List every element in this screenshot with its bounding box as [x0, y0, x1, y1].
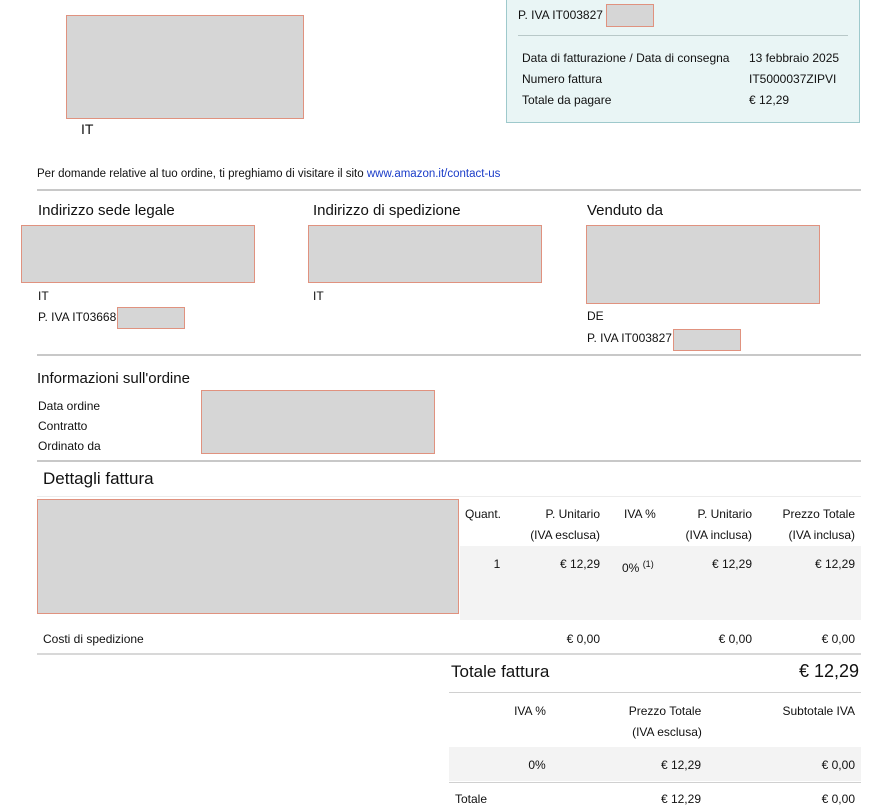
item-vat-value: 0%: [622, 561, 640, 575]
shipping-address-heading: Indirizzo di spedizione: [313, 202, 461, 219]
vat-col-rate-header: IVA %: [514, 704, 546, 718]
contact-line: Per domande relative al tuo ordine, ti p…: [37, 167, 500, 181]
divider-5: [449, 692, 861, 693]
info-value-date: 13 febbraio 2025: [749, 51, 840, 65]
vat-row-total-excl: € 12,29: [660, 758, 701, 772]
redacted-legal-address: [21, 225, 255, 283]
shipping-unit-incl: € 0,00: [718, 632, 752, 646]
redacted-order-info: [201, 390, 435, 454]
info-label-date: Data di fatturazione / Data di consegna: [522, 51, 730, 65]
col-total-incl-header-2: (IVA inclusa): [788, 528, 855, 542]
order-info-heading: Informazioni sull'ordine: [37, 370, 190, 387]
order-label-date: Data ordine: [38, 399, 101, 413]
info-label-invoice-number: Numero fattura: [522, 72, 603, 86]
order-label-ordered-by: Ordinato da: [38, 439, 101, 453]
invoice-heading: Dettagli fattura: [43, 469, 154, 488]
info-label-total-due: Totale da pagare: [522, 93, 612, 107]
col-total-incl-header-1: Prezzo Totale: [782, 507, 856, 521]
divider-4: [37, 653, 861, 655]
order-label-contract: Contratto: [38, 419, 88, 433]
redacted-seller-vat: [673, 329, 741, 351]
divider-3: [37, 460, 861, 462]
vat-total-subtotal: € 0,00: [821, 792, 855, 806]
col-unit-incl-header-1: P. Unitario: [697, 507, 752, 521]
contact-text: Per domande relative al tuo ordine, ti p…: [37, 168, 364, 180]
vat-col-total-excl-header-2: (IVA esclusa): [632, 725, 702, 739]
seller-country: DE: [587, 309, 604, 323]
redacted-vat-suffix: [606, 4, 654, 27]
invoice-total-label: Totale fattura: [451, 662, 550, 681]
redacted-shipping-address: [308, 225, 542, 283]
vat-total-label: Totale: [455, 792, 488, 806]
shipping-cost-label: Costi di spedizione: [43, 632, 144, 646]
legal-address-heading: Indirizzo sede legale: [38, 202, 175, 219]
shipping-total-incl: € 0,00: [821, 632, 855, 646]
shipping-country: IT: [313, 289, 324, 303]
vat-row-rate: 0%: [528, 758, 546, 772]
vat-total-excl: € 12,29: [660, 792, 701, 806]
legal-vat: P. IVA IT03668: [38, 310, 117, 324]
redacted-item-description: [37, 499, 459, 614]
divider-1: [37, 189, 861, 191]
item-total-incl: € 12,29: [814, 557, 855, 571]
col-qty-header: Quant.: [464, 507, 502, 521]
vat-row-subtotal: € 0,00: [821, 758, 855, 772]
shipping-unit-excl: € 0,00: [566, 632, 600, 646]
redacted-customer-address: [66, 15, 304, 119]
info-value-total-due: € 12,29: [749, 93, 790, 107]
divider-6: [449, 782, 861, 783]
redacted-legal-vat: [117, 307, 185, 329]
info-value-invoice-number: IT5000037ZIPVI: [749, 72, 837, 86]
customer-country: IT: [81, 121, 94, 137]
info-divider: [518, 35, 848, 36]
invoice-info-box: P. IVA IT003827 Data di fatturazione / D…: [506, 0, 860, 123]
contact-link[interactable]: www.amazon.it/contact-us: [367, 168, 501, 180]
invoice-total-value: € 12,29: [798, 661, 859, 681]
vat-col-total-excl-header-1: Prezzo Totale: [628, 704, 702, 718]
info-vat-number: P. IVA IT003827: [518, 8, 603, 22]
col-unit-incl-header-2: (IVA inclusa): [685, 528, 752, 542]
item-unit-excl: € 12,29: [559, 557, 600, 571]
col-unit-excl-header-2: (IVA esclusa): [530, 528, 600, 542]
redacted-seller-address: [586, 225, 820, 304]
invoice-header-rule: [37, 496, 861, 497]
seller-vat: P. IVA IT003827: [587, 331, 672, 345]
item-unit-incl: € 12,29: [711, 557, 752, 571]
legal-country: IT: [38, 289, 49, 303]
col-unit-excl-header-1: P. Unitario: [545, 507, 600, 521]
divider-2: [37, 354, 861, 356]
item-vat: 0% (1): [622, 557, 654, 575]
seller-heading: Venduto da: [587, 202, 663, 219]
vat-col-subtotal-header: Subtotale IVA: [782, 704, 856, 718]
